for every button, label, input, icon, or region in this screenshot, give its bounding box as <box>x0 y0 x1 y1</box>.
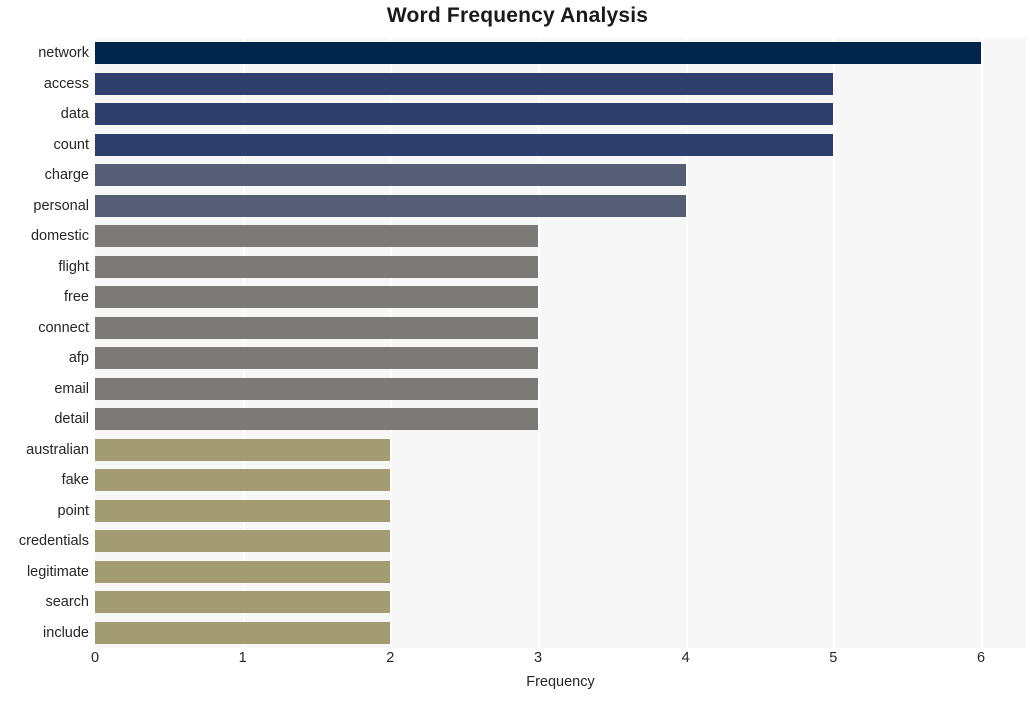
x-tick-label: 3 <box>533 650 543 666</box>
x-tick-label: 0 <box>90 650 100 666</box>
x-axis-tick-labels: 0 1 2 3 4 5 6 <box>0 650 1035 676</box>
y-tick-label: network <box>38 45 89 62</box>
bar-fill <box>95 286 538 309</box>
bar-fill <box>95 621 391 644</box>
y-tick-label: include <box>43 624 89 641</box>
bar <box>95 225 538 248</box>
gridline-x <box>390 38 393 648</box>
plot-area <box>95 38 1026 648</box>
bar <box>95 164 686 187</box>
bar <box>95 438 391 461</box>
gridline-x <box>981 38 983 648</box>
bar-fill <box>95 499 391 522</box>
bar <box>95 347 538 370</box>
bar-fill <box>95 72 834 95</box>
y-tick-label: flight <box>58 258 89 275</box>
y-tick-label: credentials <box>18 533 89 550</box>
gridline-x <box>242 38 245 648</box>
bar <box>95 530 391 553</box>
bar <box>95 286 538 309</box>
y-tick-label: australian <box>26 441 89 458</box>
bar-fill <box>95 255 538 278</box>
bar <box>95 103 834 126</box>
bar-fill <box>95 591 391 614</box>
bar <box>95 377 538 400</box>
bar-fill <box>95 194 686 217</box>
bar-fill <box>95 316 538 339</box>
bar-fill <box>95 408 538 431</box>
gridline-x <box>833 38 836 648</box>
bar <box>95 72 834 95</box>
x-tick-label: 4 <box>681 650 690 666</box>
x-tick-label: 5 <box>829 650 838 666</box>
gridline-x <box>538 38 540 648</box>
bar <box>95 408 538 431</box>
y-tick-label: detail <box>54 411 89 428</box>
bar <box>95 194 686 217</box>
bar <box>95 133 834 156</box>
y-tick-label: legitimate <box>26 563 89 580</box>
bar <box>95 621 391 644</box>
bar-fill <box>95 469 391 492</box>
bar <box>95 591 391 614</box>
bar-fill <box>95 164 686 187</box>
bar-fill <box>95 347 538 370</box>
x-tick-label: 6 <box>976 650 986 666</box>
y-tick-label: domestic <box>30 228 89 245</box>
chart-figure: Word Frequency Analysis network access dat… <box>0 0 1035 701</box>
x-tick-label: 2 <box>386 650 395 666</box>
y-tick-label: access <box>43 75 89 92</box>
y-tick-label: charge <box>44 167 89 184</box>
bar-fill <box>95 560 391 583</box>
y-tick-label: connect <box>38 319 89 336</box>
y-tick-label: data <box>60 106 89 123</box>
bar <box>95 560 391 583</box>
bar <box>95 255 538 278</box>
y-tick-label: afp <box>68 350 89 367</box>
y-tick-label: personal <box>33 197 89 214</box>
y-tick-label: free <box>64 289 89 306</box>
bar <box>95 316 538 339</box>
chart-title: Word Frequency Analysis <box>386 4 649 27</box>
y-tick-label: fake <box>61 472 89 489</box>
y-tick-label: count <box>53 136 89 153</box>
y-tick-label: email <box>54 380 89 397</box>
bar <box>95 42 981 65</box>
x-tick-label: 1 <box>238 650 247 666</box>
bar-fill <box>95 530 391 553</box>
bar <box>95 499 391 522</box>
gridline-x <box>685 38 688 648</box>
y-axis-tick-labels: network access data count charge personal dome… <box>0 38 89 648</box>
y-tick-label: search <box>45 594 89 611</box>
bar-fill <box>95 225 538 248</box>
bar-fill <box>95 377 538 400</box>
bar-fill <box>95 42 981 65</box>
bar-fill <box>95 103 834 126</box>
bar <box>95 469 391 492</box>
bar-fill <box>95 133 834 156</box>
bar-fill <box>95 438 391 461</box>
x-axis-title: Frequency <box>526 674 595 690</box>
y-tick-label: point <box>57 502 89 519</box>
